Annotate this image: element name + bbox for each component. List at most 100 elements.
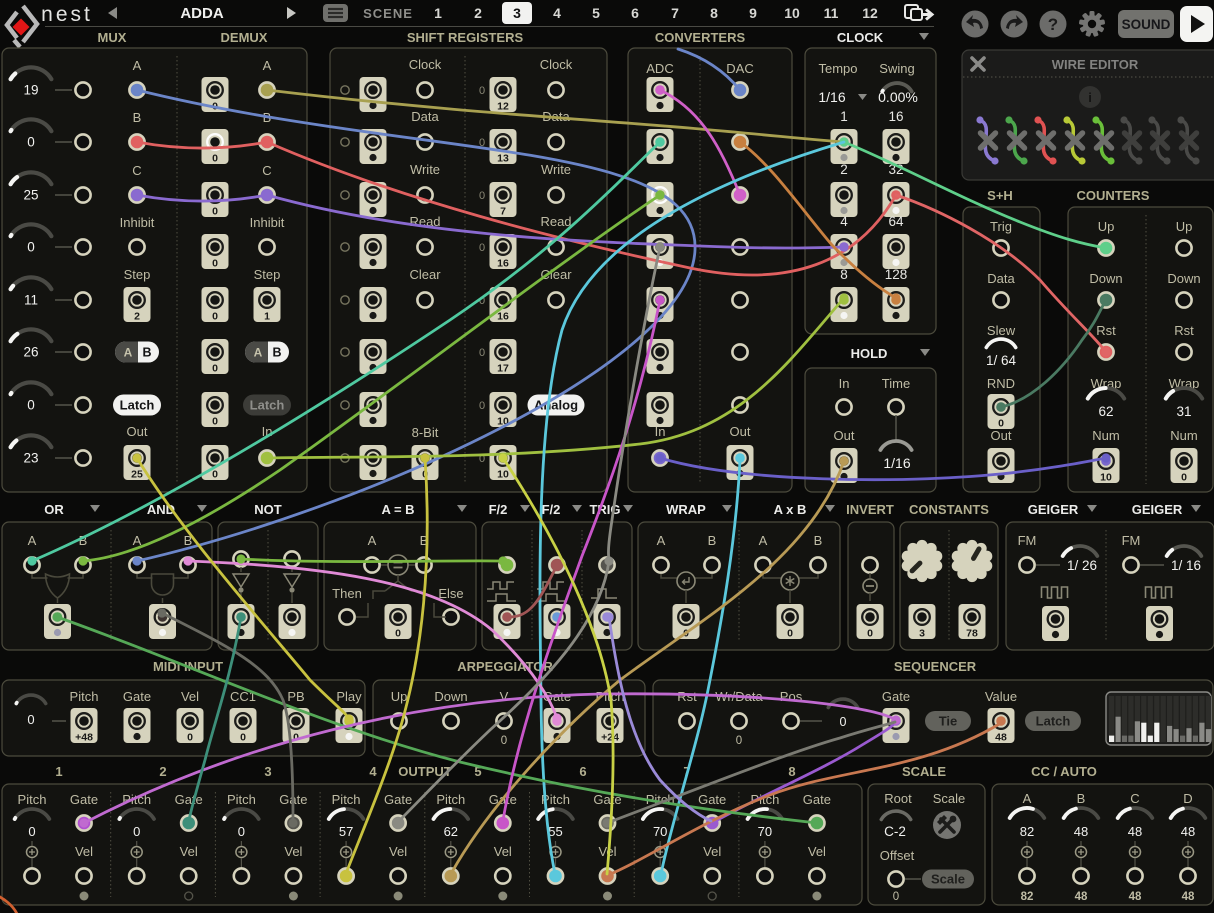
- svg-text:0: 0: [1181, 472, 1187, 484]
- svg-text:10: 10: [497, 469, 509, 481]
- svg-text:3: 3: [919, 628, 925, 640]
- svg-text:In: In: [839, 376, 850, 391]
- svg-text:B: B: [708, 533, 717, 548]
- svg-text:3: 3: [513, 5, 521, 21]
- svg-text:GEIGER: GEIGER: [1132, 502, 1183, 517]
- svg-text:Gate: Gate: [175, 792, 203, 807]
- svg-text:A: A: [254, 346, 263, 360]
- svg-text:8-Bit: 8-Bit: [412, 425, 439, 440]
- svg-text:Clear: Clear: [409, 267, 441, 282]
- svg-text:19: 19: [23, 83, 38, 98]
- svg-text:0: 0: [893, 891, 899, 903]
- svg-text:0: 0: [479, 190, 485, 202]
- svg-text:48: 48: [1181, 824, 1195, 839]
- svg-text:Slew: Slew: [987, 323, 1016, 338]
- svg-text:HOLD: HOLD: [851, 346, 888, 361]
- svg-text:DAC: DAC: [726, 61, 753, 76]
- svg-text:Clock: Clock: [540, 57, 573, 72]
- svg-text:55: 55: [548, 824, 562, 839]
- svg-text:WRAP: WRAP: [666, 502, 706, 517]
- svg-text:16: 16: [497, 258, 509, 270]
- svg-text:Out: Out: [730, 424, 751, 439]
- svg-text:Gate: Gate: [384, 792, 412, 807]
- svg-text:48: 48: [1075, 891, 1088, 903]
- svg-text:0: 0: [840, 715, 847, 729]
- svg-text:Read: Read: [540, 214, 571, 229]
- svg-text:INVERT: INVERT: [846, 502, 894, 517]
- svg-text:0: 0: [212, 416, 218, 428]
- svg-text:23: 23: [23, 451, 38, 466]
- svg-text:48: 48: [1128, 824, 1142, 839]
- svg-text:7: 7: [500, 206, 506, 218]
- svg-text:Offset: Offset: [880, 848, 915, 863]
- svg-text:82: 82: [1021, 891, 1034, 903]
- svg-text:Out: Out: [127, 424, 148, 439]
- svg-text:Down: Down: [434, 689, 467, 704]
- svg-text:Num: Num: [1092, 428, 1119, 443]
- svg-text:In: In: [655, 424, 666, 439]
- svg-text:A x B: A x B: [774, 502, 807, 517]
- svg-text:Vel: Vel: [808, 844, 826, 859]
- svg-text:0: 0: [27, 712, 34, 727]
- svg-text:Time: Time: [882, 376, 910, 391]
- svg-text:C: C: [262, 163, 271, 178]
- svg-text:0: 0: [479, 242, 485, 254]
- svg-text:C-2: C-2: [884, 824, 906, 839]
- svg-text:Scale: Scale: [931, 872, 965, 887]
- svg-text:0: 0: [736, 735, 742, 747]
- svg-text:B: B: [1077, 791, 1086, 806]
- svg-text:48: 48: [1129, 891, 1142, 903]
- svg-text:31: 31: [1176, 404, 1191, 419]
- svg-text:Gate: Gate: [70, 792, 98, 807]
- svg-text:Vel: Vel: [494, 844, 512, 859]
- svg-text:SEQUENCER: SEQUENCER: [894, 659, 977, 674]
- svg-text:B: B: [133, 110, 142, 125]
- svg-text:nest: nest: [41, 3, 93, 26]
- svg-text:4: 4: [553, 5, 561, 21]
- svg-text:70: 70: [758, 824, 772, 839]
- svg-text:25: 25: [131, 469, 143, 481]
- svg-text:1/16: 1/16: [818, 89, 845, 105]
- svg-text:0: 0: [238, 824, 245, 839]
- svg-text:SCENE: SCENE: [363, 6, 413, 21]
- svg-text:0.00%: 0.00%: [878, 89, 918, 105]
- svg-text:ADDA: ADDA: [180, 5, 223, 22]
- svg-text:17: 17: [497, 363, 509, 375]
- svg-text:25: 25: [23, 188, 38, 203]
- svg-text:DEMUX: DEMUX: [221, 30, 268, 45]
- svg-text:MUX: MUX: [98, 30, 127, 45]
- svg-text:Value: Value: [985, 689, 1017, 704]
- svg-text:S+H: S+H: [987, 188, 1013, 203]
- svg-text:0: 0: [212, 153, 218, 165]
- svg-text:Rst: Rst: [677, 689, 697, 704]
- svg-text:SCALE: SCALE: [902, 764, 946, 779]
- svg-text:1/ 16: 1/ 16: [1171, 558, 1201, 573]
- svg-text:16: 16: [497, 311, 509, 323]
- svg-text:ADC: ADC: [646, 61, 673, 76]
- svg-text:Else: Else: [438, 586, 463, 601]
- svg-text:Latch: Latch: [120, 398, 155, 413]
- svg-text:128: 128: [885, 267, 908, 282]
- svg-text:Vel: Vel: [284, 844, 302, 859]
- svg-text:NOT: NOT: [254, 502, 282, 517]
- svg-text:0: 0: [212, 363, 218, 375]
- svg-text:Pitch: Pitch: [227, 792, 256, 807]
- svg-text:A: A: [133, 58, 142, 73]
- svg-text:Vel: Vel: [389, 844, 407, 859]
- svg-text:SOUND: SOUND: [1122, 17, 1171, 32]
- svg-text:Latch: Latch: [1036, 714, 1071, 729]
- svg-text:1/ 26: 1/ 26: [1067, 558, 1097, 573]
- svg-text:0: 0: [212, 311, 218, 323]
- svg-text:D: D: [1183, 791, 1192, 806]
- svg-text:Num: Num: [1170, 428, 1197, 443]
- svg-text:A: A: [28, 533, 37, 548]
- svg-text:+48: +48: [75, 732, 93, 744]
- svg-text:Gate: Gate: [803, 792, 831, 807]
- svg-text:8: 8: [788, 764, 795, 779]
- svg-text:0: 0: [240, 732, 246, 744]
- svg-text:26: 26: [23, 345, 38, 360]
- svg-text:Gate: Gate: [698, 792, 726, 807]
- svg-text:B: B: [272, 346, 281, 360]
- svg-text:Root: Root: [884, 791, 912, 806]
- svg-text:?: ?: [1048, 15, 1058, 34]
